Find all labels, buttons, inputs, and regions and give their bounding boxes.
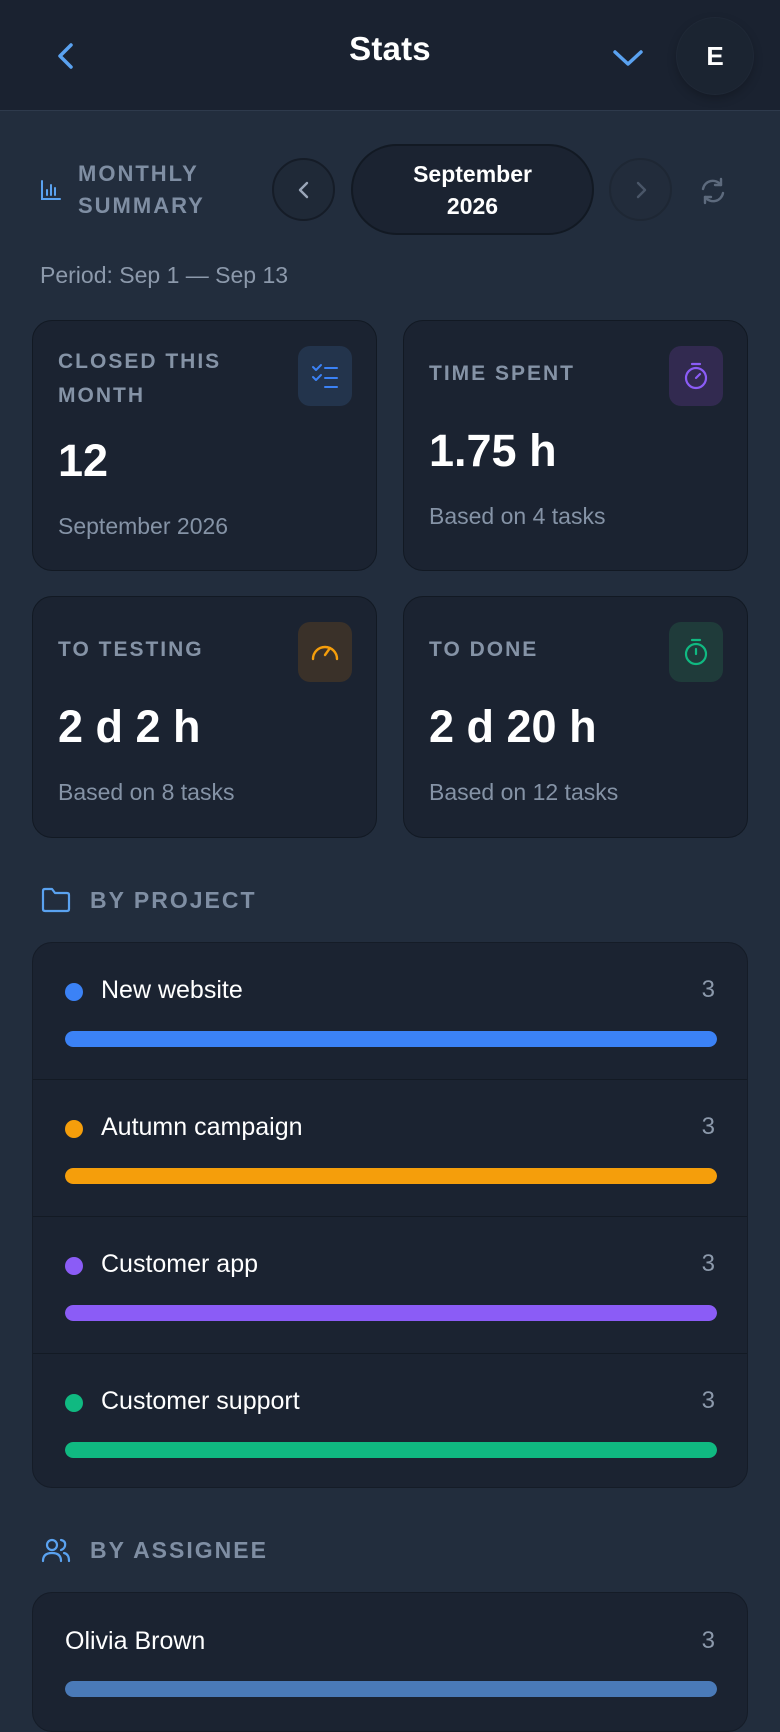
- refresh-icon: [701, 177, 725, 205]
- to-done-card: TO DONE 2 d 20 h Based on 12 tasks: [403, 596, 748, 838]
- stopwatch-icon: [669, 346, 723, 406]
- period-text: Period: Sep 1 — Sep 13: [40, 262, 289, 288]
- project-row[interactable]: Customer app 3: [33, 1217, 747, 1354]
- card-subtitle: Based on 8 tasks: [58, 779, 235, 805]
- card-value: 1.75 h: [429, 425, 557, 476]
- project-name: Customer support: [101, 1387, 300, 1415]
- refresh-button[interactable]: [698, 176, 728, 206]
- by-assignee-label: BY ASSIGNEE: [90, 1536, 268, 1563]
- project-name: Customer app: [101, 1250, 259, 1278]
- project-color-dot: [65, 1120, 83, 1138]
- assignee-list: Olivia Brown 3: [32, 1592, 748, 1732]
- closed-this-month-card: CLOSED THIS MONTH 12 September 2026: [32, 320, 377, 571]
- project-count: 3: [701, 1113, 715, 1140]
- assignee-name: Olivia Brown: [65, 1627, 206, 1655]
- project-name: Autumn campaign: [101, 1113, 303, 1141]
- project-list: New website 3 Autumn campaign 3 Customer app…: [32, 942, 748, 1488]
- project-row[interactable]: New website 3: [33, 943, 747, 1080]
- month-selector[interactable]: September 2026: [351, 144, 594, 235]
- project-row[interactable]: Customer support 3: [33, 1354, 747, 1487]
- card-title: TIME SPENT: [429, 362, 576, 385]
- card-value: 2 d 20 h: [429, 701, 597, 752]
- project-progress-bar: [65, 1168, 717, 1184]
- dropdown-button[interactable]: [610, 40, 646, 76]
- project-color-dot: [65, 1257, 83, 1275]
- month-year: 2026: [446, 192, 499, 219]
- project-progress-bar: [65, 1442, 717, 1458]
- checklist-icon: [298, 346, 352, 406]
- chevron-left-icon: [298, 181, 308, 198]
- to-testing-card: TO TESTING 2 d 2 h Based on 8 tasks: [32, 596, 377, 838]
- project-row[interactable]: Autumn campaign 3: [33, 1080, 747, 1217]
- bar-chart-icon: [41, 180, 61, 200]
- project-name: New website: [101, 976, 243, 1004]
- monthly-summary-label: MONTHLY SUMMARY: [78, 161, 205, 218]
- monthly-summary-header: MONTHLY SUMMARY: [40, 158, 228, 222]
- project-progress-fill: [65, 1305, 717, 1321]
- project-progress-bar: [65, 1305, 717, 1321]
- assignee-progress-fill: [65, 1681, 717, 1697]
- card-value: 12: [58, 435, 109, 486]
- chevron-right-icon: [636, 181, 646, 198]
- avatar[interactable]: E: [677, 18, 753, 94]
- folder-icon: [41, 887, 71, 913]
- next-month-button[interactable]: [609, 158, 672, 221]
- project-color-dot: [65, 1394, 83, 1412]
- assignee-progress-bar: [65, 1681, 717, 1697]
- card-title: CLOSED THIS MONTH: [58, 350, 222, 407]
- gauge-icon: [298, 622, 352, 682]
- project-progress-bar: [65, 1031, 717, 1047]
- card-title: TO TESTING: [58, 638, 204, 661]
- project-count: 3: [701, 1250, 715, 1277]
- project-progress-fill: [65, 1442, 717, 1458]
- card-subtitle: Based on 12 tasks: [429, 779, 619, 805]
- card-subtitle: Based on 4 tasks: [429, 503, 606, 529]
- project-count: 3: [701, 1387, 715, 1414]
- by-assignee-header: BY ASSIGNEE: [40, 1536, 268, 1564]
- timer-icon: [669, 622, 723, 682]
- page-title: Stats: [349, 30, 431, 67]
- time-spent-card: TIME SPENT 1.75 h Based on 4 tasks: [403, 320, 748, 571]
- by-project-label: BY PROJECT: [90, 886, 257, 913]
- project-color-dot: [65, 983, 83, 1001]
- assignee-count: 3: [701, 1627, 715, 1654]
- project-progress-fill: [65, 1168, 717, 1184]
- project-progress-fill: [65, 1031, 717, 1047]
- previous-month-button[interactable]: [272, 158, 335, 221]
- chevron-down-icon: [613, 50, 643, 66]
- top-app-bar: Stats E: [0, 0, 780, 111]
- card-value: 2 d 2 h: [58, 701, 201, 752]
- project-count: 3: [701, 976, 715, 1003]
- users-icon: [41, 1538, 71, 1563]
- card-title: TO DONE: [429, 638, 539, 661]
- card-subtitle: September 2026: [58, 513, 229, 539]
- by-project-header: BY PROJECT: [40, 886, 257, 914]
- month-name: September: [413, 160, 532, 187]
